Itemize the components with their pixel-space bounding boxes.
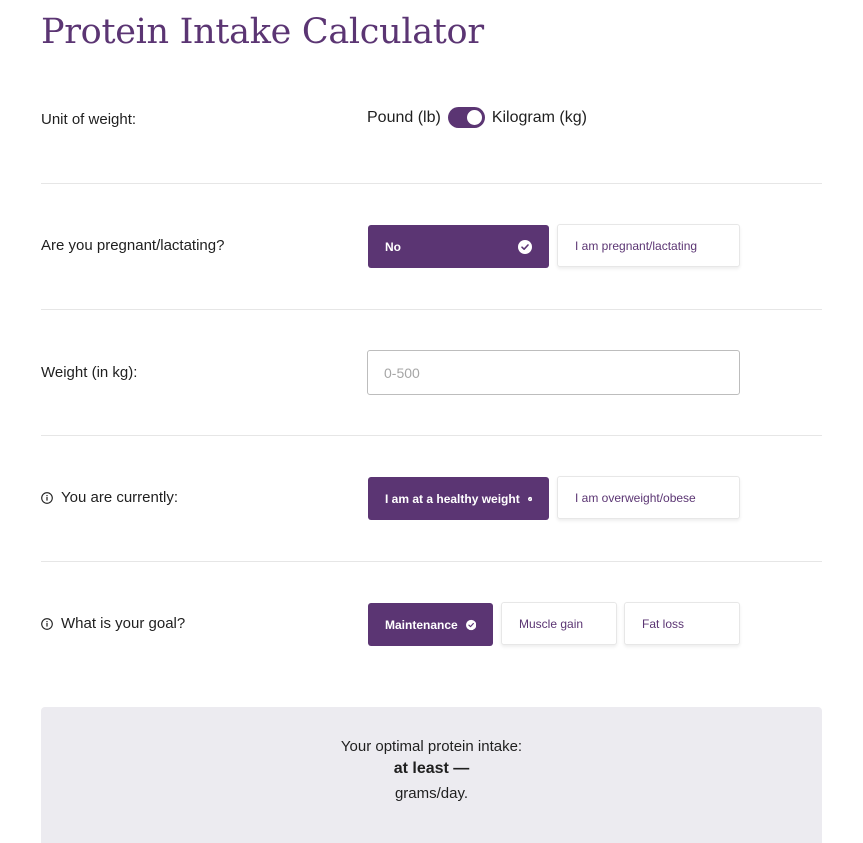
option-label: I am overweight/obese xyxy=(575,490,696,505)
current-label-text: You are currently: xyxy=(61,489,179,506)
check-circle-icon xyxy=(527,496,532,501)
result-unit: grams/day. xyxy=(394,785,469,802)
option-label: Maintenance xyxy=(385,617,458,632)
pregnant-option-yes[interactable]: I am pregnant/lactating xyxy=(557,224,740,267)
option-label: I am pregnant/lactating xyxy=(575,238,698,253)
current-row: You are currently: I am at a healthy wei… xyxy=(41,476,822,521)
weight-input[interactable] xyxy=(367,350,740,395)
page-title: Protein Intake Calculator xyxy=(41,12,484,52)
current-label: You are currently: xyxy=(41,489,178,506)
option-label: Fat loss xyxy=(642,616,685,631)
divider xyxy=(41,183,822,184)
pregnant-label: Are you pregnant/lactating? xyxy=(41,237,225,254)
goal-row: What is your goal? Maintenance Muscle ga… xyxy=(41,602,822,647)
check-circle-icon xyxy=(465,619,476,630)
unit-toggle: Pound (lb) Kilogram (kg) xyxy=(367,107,587,128)
check-circle-icon xyxy=(518,239,532,254)
info-icon[interactable] xyxy=(41,491,53,504)
current-option-healthy[interactable]: I am at a healthy weight xyxy=(368,477,549,520)
current-option-overweight[interactable]: I am overweight/obese xyxy=(557,476,740,519)
switch-knob xyxy=(466,110,482,125)
unit-label: Unit of weight: xyxy=(41,111,137,128)
pregnant-option-no[interactable]: No xyxy=(368,225,549,268)
option-label: Muscle gain xyxy=(519,616,584,631)
divider xyxy=(41,561,822,562)
weight-row: Weight (in kg): xyxy=(41,350,822,396)
result-value: at least — xyxy=(393,760,470,777)
result-heading: Your optimal protein intake: xyxy=(340,738,523,755)
goal-option-muscle-gain[interactable]: Muscle gain xyxy=(501,602,617,645)
goal-label-text: What is your goal? xyxy=(61,615,186,632)
info-icon[interactable] xyxy=(41,617,53,630)
goal-option-fat-loss[interactable]: Fat loss xyxy=(624,602,740,645)
unit-option-kilogram[interactable]: Kilogram (kg) xyxy=(492,109,587,127)
divider xyxy=(41,435,822,436)
goal-label: What is your goal? xyxy=(41,615,185,632)
unit-switch[interactable] xyxy=(447,107,485,128)
divider xyxy=(41,309,822,310)
unit-row: Unit of weight: Pound (lb) Kilogram (kg) xyxy=(41,100,822,140)
weight-label: Weight (in kg): xyxy=(41,364,138,381)
option-label: I am at a healthy weight xyxy=(385,491,520,506)
goal-option-maintenance[interactable]: Maintenance xyxy=(368,603,493,646)
pregnant-row: Are you pregnant/lactating? No I am preg… xyxy=(41,224,822,269)
result-panel: Your optimal protein intake: at least — … xyxy=(41,707,822,843)
unit-option-pound[interactable]: Pound (lb) xyxy=(367,109,441,127)
option-label: No xyxy=(385,239,401,254)
